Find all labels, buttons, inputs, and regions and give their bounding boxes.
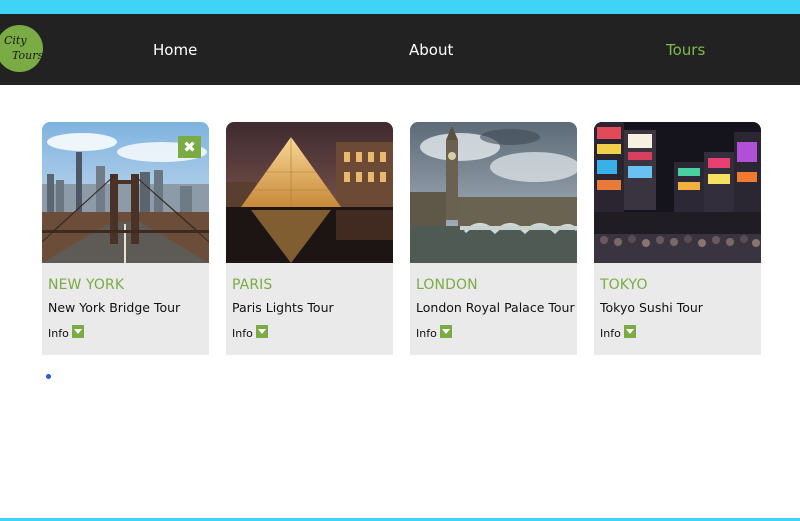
info-label: Info <box>48 327 69 340</box>
card-city: PARIS <box>232 277 273 293</box>
tour-card-london: LONDON London Royal Palace Tour Info <box>410 122 577 355</box>
top-accent-strip <box>0 0 800 14</box>
card-city: TOKYO <box>600 277 648 293</box>
tour-card-tokyo: TOKYO Tokyo Sushi Tour Info <box>594 122 761 355</box>
chevron-down-icon[interactable] <box>256 325 268 338</box>
nav-link-tours[interactable]: Tours <box>666 14 705 85</box>
info-label: Info <box>232 327 253 340</box>
louvre-pyramid-photo <box>226 122 393 263</box>
chevron-down-icon[interactable] <box>624 325 636 338</box>
city-tours-logo[interactable]: City Tours <box>0 25 43 72</box>
info-label: Info <box>416 327 437 340</box>
pagination-dot[interactable] <box>46 374 51 379</box>
nav-link-about[interactable]: About <box>409 14 453 85</box>
navbar: City Tours Home About Tours <box>0 14 800 85</box>
logo-line-2: Tours <box>12 49 43 62</box>
card-tour-name: Paris Lights Tour <box>232 300 334 315</box>
tour-card-paris: PARIS Paris Lights Tour Info <box>226 122 393 355</box>
logo-line-1: City <box>4 34 27 47</box>
card-tour-name: London Royal Palace Tour <box>416 300 575 315</box>
big-ben-photo <box>410 122 577 263</box>
info-label: Info <box>600 327 621 340</box>
chevron-down-icon[interactable] <box>72 325 84 338</box>
card-tour-name: Tokyo Sushi Tour <box>600 300 703 315</box>
card-tour-name: New York Bridge Tour <box>48 300 181 315</box>
chevron-down-icon[interactable] <box>440 325 452 338</box>
card-city: LONDON <box>416 277 478 293</box>
tokyo-night-street-photo <box>594 122 761 263</box>
tour-card-new-york: ✖ NEW YORK New York Bridge Tour Info <box>42 122 209 355</box>
nav-link-home[interactable]: Home <box>153 14 197 85</box>
card-city: NEW YORK <box>48 277 125 293</box>
close-button[interactable]: ✖ <box>178 136 201 158</box>
